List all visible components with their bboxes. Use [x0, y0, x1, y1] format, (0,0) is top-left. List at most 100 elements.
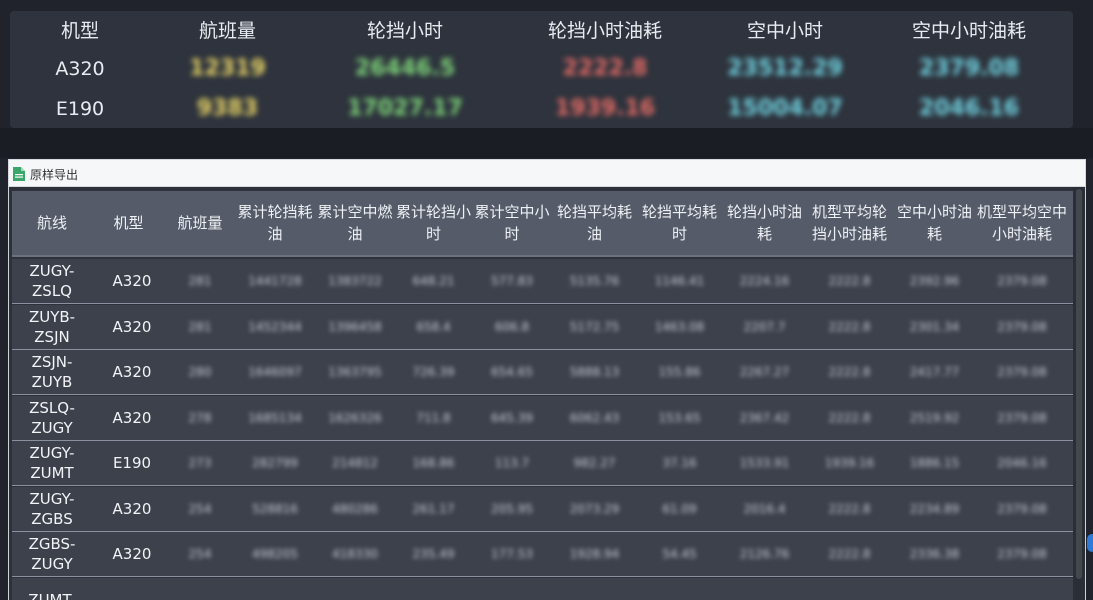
value-cell: 168.86 [412, 456, 455, 470]
table-row[interactable]: ZUMT- [12, 577, 1074, 600]
summary-flights-value: 12319 [189, 56, 266, 81]
value-cell: 2379.08 [997, 274, 1047, 288]
value-cell: 214812 [332, 456, 378, 470]
summary-header-block-fuel: 轮挡小时油耗 [547, 20, 662, 42]
value-cell: 2222.8 [828, 319, 871, 334]
export-label: 原样导出 [30, 167, 79, 182]
excel-sheet-icon [12, 166, 26, 182]
value-cell [472, 578, 552, 600]
value-cell: 280 [188, 365, 212, 379]
col-header-total-block-hours[interactable]: 累计轮挡小时 [395, 191, 472, 255]
col-header-total-air-fuel[interactable]: 累计空中燃油 [315, 191, 395, 255]
value-cell: 2367.42 [739, 410, 790, 425]
value-cell: 2301.34 [909, 319, 960, 334]
table-row[interactable]: ZGBS- ZUGY A320 254 498205 418330 235.49 177.53… [12, 532, 1074, 577]
col-header-model[interactable]: 机型 [92, 191, 165, 255]
value-cell: 528816 [252, 501, 298, 516]
route-cell: ZGBS- ZUGY [28, 535, 76, 573]
value-cell: 1685134 [248, 410, 302, 425]
value-cell: 177.53 [491, 547, 533, 561]
summary-flights-value: 9383 [196, 96, 259, 121]
summary-header-air-fuel: 空中小时油耗 [911, 20, 1026, 42]
model-cell: A320 [112, 545, 152, 563]
summary-panel: 机型 航班量 轮挡小时 轮挡小时油耗 空中小时 空中小时油耗 A320 1231… [10, 11, 1073, 128]
model-cell: A320 [112, 317, 152, 336]
value-cell: 2379.08 [997, 547, 1047, 561]
table-row[interactable]: ZSJN- ZUYB A320 280 1646097 1363795 726.39 654.… [12, 350, 1074, 395]
value-cell: 726.39 [412, 365, 455, 379]
route-table-panel: 航线 机型 航班量 累计轮挡耗油 累计空中燃油 累计轮挡小时 累计空中小时 轮挡… [8, 187, 1086, 600]
value-cell: 2222.8 [828, 410, 871, 425]
value-cell [892, 578, 977, 600]
route-cell: ZSJN- ZUYB [31, 353, 73, 391]
scrollbar-thumb[interactable] [1076, 189, 1082, 579]
summary-header-air-hours: 空中小时 [746, 20, 823, 42]
value-cell: 1533.91 [739, 456, 790, 470]
route-cell: ZSLQ- ZUGY [29, 398, 75, 437]
route-cell: ZUMT- [28, 590, 76, 600]
value-cell: 281 [188, 319, 212, 334]
col-header-flights[interactable]: 航班量 [165, 191, 235, 255]
value-cell: 54.45 [662, 547, 697, 561]
model-cell: A320 [112, 499, 152, 518]
value-cell: 2222.8 [828, 501, 871, 516]
col-header-avg-block-time[interactable]: 轮挡平均耗时 [637, 191, 722, 255]
value-cell: 1463.08 [654, 319, 705, 334]
value-cell: 648.21 [412, 274, 455, 288]
value-cell: 2222.8 [828, 547, 871, 561]
table-row[interactable]: ZUYB- ZSJN A320 281 1452344 1396458 658.4 606.8… [12, 304, 1074, 350]
col-header-total-block-fuel[interactable]: 累计轮挡耗油 [235, 191, 315, 255]
value-cell: 577.83 [491, 274, 533, 288]
table-row[interactable]: ZSLQ- ZUGY A320 278 1685134 1626326 711.8 645.3… [12, 395, 1074, 441]
value-cell [722, 578, 807, 600]
value-cell: 418330 [332, 547, 378, 561]
value-cell: 1886.15 [909, 456, 960, 470]
table-row[interactable]: ZUGY- ZGBS A320 254 528816 480286 261.17 205.95… [12, 486, 1074, 532]
col-header-route[interactable]: 航线 [12, 191, 92, 255]
value-cell: 1146.41 [654, 274, 705, 288]
value-cell: 235.49 [412, 547, 455, 561]
value-cell: 61.09 [662, 501, 697, 516]
vertical-scrollbar[interactable] [1073, 187, 1085, 600]
export-as-is-button[interactable]: 原样导出 [12, 165, 78, 183]
value-cell: 2126.76 [739, 547, 790, 561]
summary-block-fuel-value: 1939.16 [554, 96, 656, 121]
value-cell: 1383722 [328, 274, 382, 288]
value-cell [552, 578, 637, 600]
table-body: ZUGY- ZSLQ A320 281 1441728 1383722 648.21 577.… [12, 259, 1074, 600]
summary-model: A320 [55, 58, 105, 80]
col-header-avg-block-fuel[interactable]: 轮挡平均耗油 [552, 191, 637, 255]
summary-header-block-hours: 轮挡小时 [366, 20, 443, 42]
side-handle[interactable] [1087, 534, 1093, 552]
table-toolbar: 原样导出 [8, 159, 1086, 187]
value-cell [977, 578, 1067, 600]
route-cell: ZUGY- ZUMT [29, 444, 75, 482]
table-row[interactable]: ZUGY- ZSLQ A320 281 1441728 1383722 648.21 577.… [12, 259, 1074, 304]
value-cell: 155.86 [658, 365, 701, 379]
value-cell: 1363795 [328, 365, 382, 379]
value-cell [315, 578, 395, 600]
value-cell: 2379.08 [997, 410, 1047, 425]
col-header-model-avg-block-hour-fuel[interactable]: 机型平均轮挡小时油耗 [807, 191, 892, 255]
value-cell [165, 578, 235, 600]
value-cell: 2207.7 [743, 319, 786, 334]
model-cell: E190 [112, 454, 152, 472]
col-header-air-hour-fuel[interactable]: 空中小时油耗 [892, 191, 977, 255]
col-header-model-avg-air-hour-fuel[interactable]: 机型平均空中小时油耗 [977, 191, 1067, 255]
route-cell: ZUGY- ZGBS [29, 489, 75, 528]
value-cell: 278 [188, 410, 212, 425]
value-cell: 205.95 [491, 501, 533, 516]
value-cell: 37.16 [662, 456, 697, 470]
table-row[interactable]: ZUGY- ZUMT E190 273 282799 214812 168.86 113.7 9… [12, 441, 1074, 486]
value-cell: 645.39 [491, 410, 533, 425]
col-header-total-air-hours[interactable]: 累计空中小时 [472, 191, 552, 255]
section-gap [0, 128, 1093, 158]
summary-air-fuel-value: 2046.16 [918, 96, 1020, 121]
value-cell: 711.8 [416, 410, 451, 425]
col-header-block-hour-fuel[interactable]: 轮挡小时油耗 [722, 191, 807, 255]
value-cell: 273 [188, 456, 212, 470]
summary-row-e190: E190 9383 17027.17 1939.16 15004.07 2046… [10, 89, 1073, 129]
value-cell: 2016.4 [743, 501, 786, 516]
value-cell: 480286 [332, 501, 378, 516]
summary-header-flights: 航班量 [198, 20, 256, 42]
